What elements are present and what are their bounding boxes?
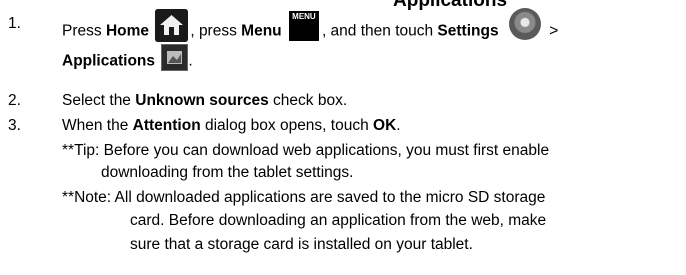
step-1-line-2: Applications . — [62, 44, 193, 75]
note-line-3: sure that a storage card is installed on… — [130, 236, 473, 253]
home-icon — [155, 9, 189, 42]
home-label: Home — [105, 22, 150, 40]
applications-label: Applications — [62, 52, 156, 70]
settings-label: Settings — [437, 22, 499, 40]
note-line-2: card. Before downloading an application … — [130, 212, 547, 229]
heading-fragment: Applications — [393, 0, 508, 11]
step-3-number: 3. — [8, 117, 21, 134]
menu-label: Menu — [241, 22, 282, 40]
step-3-text: When the Attention dialog box opens, tou… — [62, 117, 401, 134]
tip-line-1: **Tip: Before you can download web appli… — [62, 142, 550, 159]
unknown-sources-label: Unknown sources — [135, 92, 269, 109]
ok-label: OK — [373, 117, 397, 134]
menu-icon: MENU — [288, 10, 319, 41]
settings-gear-icon — [508, 7, 541, 40]
note-line-1: **Note: All downloaded applications are … — [62, 189, 546, 206]
step-2-number: 2. — [8, 92, 21, 109]
tip-line-2: downloading from the tablet settings. — [101, 164, 354, 181]
step-1-number: 1. — [8, 15, 21, 32]
step-1-line-1: Press Home , press Menu MENU, and then t… — [62, 7, 558, 48]
attention-label: Attention — [132, 117, 201, 134]
applications-icon — [161, 44, 189, 71]
step-2-text: Select the Unknown sources check box. — [62, 92, 348, 109]
